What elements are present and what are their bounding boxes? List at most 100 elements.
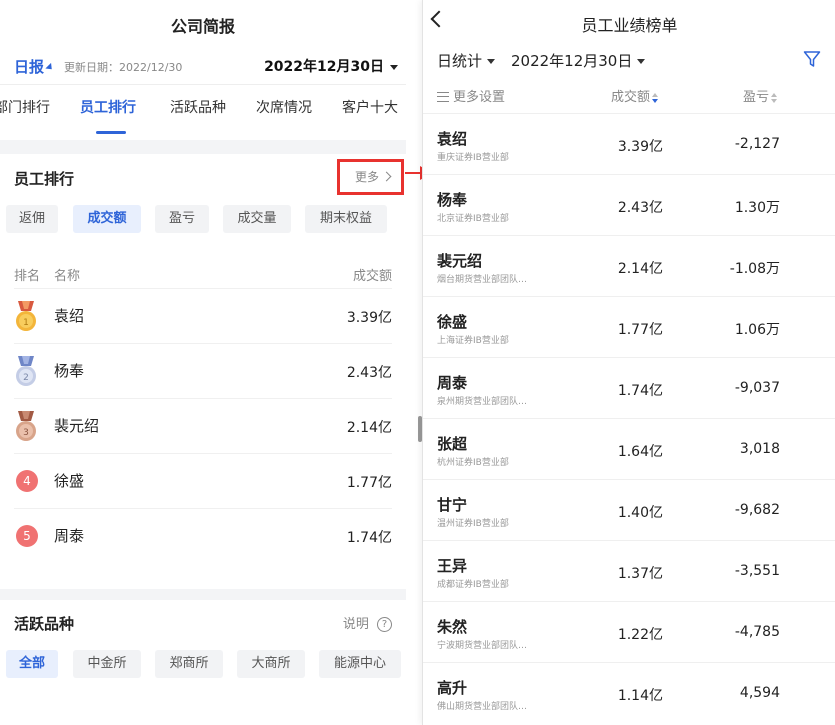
table-row[interactable]: 徐盛 上海证券IB营业部 1.77亿 1.06万 <box>423 296 835 357</box>
gold-medal-icon: 1 <box>16 301 36 331</box>
employee-name: 周泰 <box>54 527 85 545</box>
period-label: 日统计 <box>437 52 483 70</box>
turnover-value: 3.39亿 <box>346 310 392 326</box>
caret-down-icon <box>390 64 398 70</box>
department: 泉州期货营业部团队… <box>437 397 528 407</box>
department: 烟台期货营业部团队… <box>437 275 528 285</box>
tab-top-clients[interactable]: 客户十大 <box>342 97 398 117</box>
chip-czce[interactable]: 郑商所 <box>155 650 223 678</box>
period-label: 日报 <box>14 58 45 76</box>
date-label: 2022年12月30日 <box>511 52 633 70</box>
chip-cffex[interactable]: 中金所 <box>73 650 141 678</box>
sort-pnl-header[interactable]: 盈亏 <box>743 86 778 105</box>
date-selector[interactable]: 2022年12月30日 <box>511 50 646 71</box>
header-name: 名称 <box>54 269 81 284</box>
employee-name: 袁绍 <box>54 307 85 325</box>
employee-name: 高升 <box>437 679 468 697</box>
triangle-icon <box>45 62 55 73</box>
employee-name: 袁绍 <box>437 130 468 148</box>
chip-all[interactable]: 全部 <box>6 650 58 678</box>
help-button[interactable]: 说明 ? <box>343 613 392 632</box>
pnl-value: -1.08万 <box>729 261 780 277</box>
employee-name: 朱然 <box>437 618 468 636</box>
table-row[interactable]: 3 裴元绍 2.14亿 <box>14 398 392 453</box>
tab-active-products[interactable]: 活跃品种 <box>170 97 226 117</box>
employee-name: 徐盛 <box>437 313 468 331</box>
stat-period-selector[interactable]: 日统计 <box>437 50 496 71</box>
caret-down-icon <box>487 59 496 64</box>
employee-name: 杨奉 <box>54 362 85 380</box>
pnl-value: -2,127 <box>734 136 780 152</box>
table-row[interactable]: 5 周泰 1.74亿 <box>14 508 392 563</box>
table-row[interactable]: 王异 成都证券IB营业部 1.37亿 -3,551 <box>423 540 835 601</box>
pnl-value: -4,785 <box>734 624 780 640</box>
more-settings-button[interactable]: 更多设置 <box>437 86 505 105</box>
department: 杭州证券IB营业部 <box>437 458 509 468</box>
sort-icon <box>652 92 659 103</box>
rank-badge: 4 <box>16 470 38 492</box>
chip-commission[interactable]: 返佣 <box>6 205 58 233</box>
pnl-value: -9,682 <box>734 502 780 518</box>
table-row[interactable]: 2 杨奉 2.43亿 <box>14 343 392 398</box>
caret-down-icon <box>637 59 646 64</box>
turnover-value: 1.37亿 <box>617 566 663 582</box>
turnover-value: 1.77亿 <box>346 475 392 491</box>
chip-pnl[interactable]: 盈亏 <box>155 205 209 233</box>
tab-employee-rank[interactable]: 员工排行 <box>80 97 136 117</box>
header-rank: 排名 <box>14 269 41 284</box>
card-title: 员工排行 <box>14 170 75 188</box>
tab-seat-status[interactable]: 次席情况 <box>256 97 312 117</box>
brief-header: 公司简报 日报 更新日期：2022/12/30 2022年12月30日 部门排行… <box>0 0 406 140</box>
employee-name: 周泰 <box>437 374 468 392</box>
chip-turnover[interactable]: 成交额 <box>73 205 141 233</box>
rank-badge: 5 <box>16 525 38 547</box>
active-products-card: 活跃品种 说明 ? 全部 中金所 郑商所 大商所 能源中心 <box>0 600 406 725</box>
turnover-value: 2.14亿 <box>346 420 392 436</box>
card-title: 活跃品种 <box>14 615 75 633</box>
table-row[interactable]: 高升 佛山期货营业部团队… 1.14亿 4,594 <box>423 662 835 723</box>
filter-icon[interactable] <box>803 50 821 68</box>
question-icon: ? <box>377 617 392 632</box>
table-row[interactable]: 1 袁绍 3.39亿 <box>14 288 392 343</box>
chip-volume[interactable]: 成交量 <box>223 205 291 233</box>
turnover-value: 2.14亿 <box>617 261 663 277</box>
table-row[interactable]: 袁绍 重庆证券IB营业部 3.39亿 -2,127 <box>423 113 835 174</box>
pnl-value: 3,018 <box>739 441 780 457</box>
table-row[interactable]: 杨奉 北京证券IB营业部 2.43亿 1.30万 <box>423 174 835 235</box>
date-label: 2022年12月30日 <box>264 59 384 75</box>
active-tab-indicator <box>96 131 126 134</box>
table-row[interactable]: 裴元绍 烟台期货营业部团队… 2.14亿 -1.08万 <box>423 235 835 296</box>
employee-name: 杨奉 <box>437 191 468 209</box>
period-selector[interactable]: 日报 <box>14 56 55 77</box>
date-selector[interactable]: 2022年12月30日 <box>264 56 398 76</box>
department: 北京证券IB营业部 <box>437 214 509 224</box>
divider <box>0 84 406 85</box>
sort-icon <box>771 92 778 103</box>
bronze-medal-icon: 3 <box>16 411 36 441</box>
chip-ine[interactable]: 能源中心 <box>319 650 401 678</box>
medal-rank: 3 <box>23 428 29 438</box>
table-row[interactable]: 4 徐盛 1.77亿 <box>14 453 392 508</box>
tab-department-rank[interactable]: 部门排行 <box>0 97 50 117</box>
turnover-value: 1.77亿 <box>617 322 663 338</box>
table-row[interactable]: 张超 杭州证券IB营业部 1.64亿 3,018 <box>423 418 835 479</box>
update-date: 更新日期：2022/12/30 <box>64 61 183 74</box>
pnl-value: -3,551 <box>734 563 780 579</box>
employee-rank-card: 员工排行 更多 返佣 成交额 盈亏 成交量 期末权益 排名 名称 成交额 1 袁… <box>0 154 406 589</box>
section-tabs: 部门排行 员工排行 活跃品种 次席情况 客户十大 <box>0 97 406 119</box>
pnl-value: 1.30万 <box>734 200 780 216</box>
company-brief-panel: 公司简报 日报 更新日期：2022/12/30 2022年12月30日 部门排行… <box>0 0 406 725</box>
department: 成都证券IB营业部 <box>437 580 509 590</box>
table-row[interactable]: 甘宁 温州证券IB营业部 1.40亿 -9,682 <box>423 479 835 540</box>
table-row[interactable]: 周泰 泉州期货营业部团队… 1.74亿 -9,037 <box>423 357 835 418</box>
table-row[interactable]: 朱然 宁波期货营业部团队… 1.22亿 -4,785 <box>423 601 835 662</box>
header-value: 成交额 <box>352 269 392 284</box>
sort-turnover-header[interactable]: 成交额 <box>611 86 659 105</box>
chip-dce[interactable]: 大商所 <box>237 650 305 678</box>
turnover-value: 2.43亿 <box>617 200 663 216</box>
department: 重庆证券IB营业部 <box>437 153 509 163</box>
chip-equity[interactable]: 期末权益 <box>305 205 387 233</box>
employee-name: 甘宁 <box>437 496 468 514</box>
medal-rank: 1 <box>23 318 29 328</box>
employee-leaderboard-panel: 员工业绩榜单 日统计 2022年12月30日 更多设置 成交额 盈亏 袁绍 重庆… <box>422 0 835 725</box>
